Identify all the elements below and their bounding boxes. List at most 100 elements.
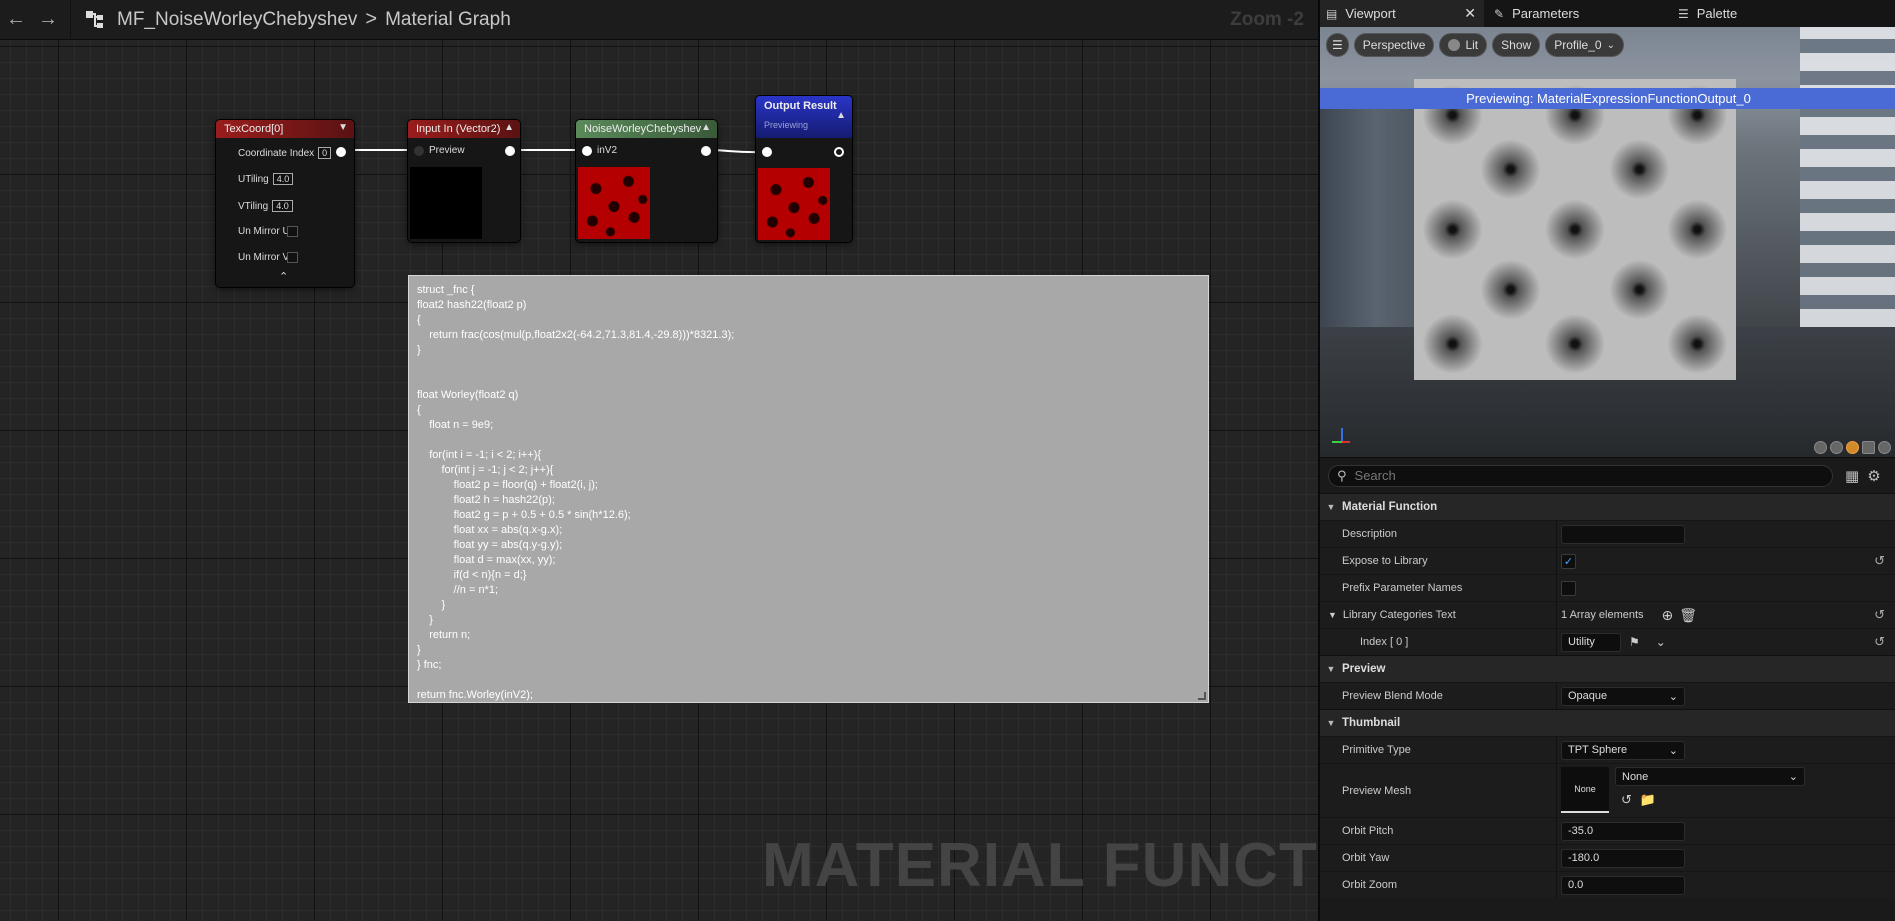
viewport-icon: ▤ <box>1326 6 1338 21</box>
description-input[interactable] <box>1561 524 1685 544</box>
utiling-label: UTiling <box>238 174 269 185</box>
viewport-toolbar: ☰ Perspective Lit Show Profile_0 ⌄ <box>1320 30 1895 60</box>
previewing-banner: Previewing: MaterialExpressionFunctionOu… <box>1320 88 1895 109</box>
preview-shape-buttons <box>1814 441 1891 454</box>
prop-orbit-pitch-value-cell: -35.0 <box>1556 818 1895 844</box>
prop-orbit-zoom-value-cell: 0.0 <box>1556 872 1895 898</box>
section-material-function[interactable]: ▼ Material Function <box>1320 493 1895 520</box>
primitive-type-selected: TPT Sphere <box>1568 744 1628 756</box>
section-thumbnail[interactable]: ▼ Thumbnail <box>1320 709 1895 736</box>
orbit-pitch-input[interactable]: -35.0 <box>1561 821 1685 841</box>
prop-primitive-type: Primitive Type TPT Sphere ⌄ <box>1320 736 1895 763</box>
noise-worley-node[interactable]: NoiseWorleyChebyshev ▲ inV2 <box>576 120 717 242</box>
details-search-input[interactable]: ⚲ Search <box>1328 464 1833 487</box>
chevron-up-icon[interactable]: ▲ <box>504 122 514 133</box>
teapot-shape-icon[interactable] <box>1878 441 1891 454</box>
cube-shape-icon[interactable] <box>1862 441 1875 454</box>
preview-blend-mode-dropdown[interactable]: Opaque ⌄ <box>1561 686 1685 706</box>
tab-viewport[interactable]: ▤ Viewport ✕ <box>1320 0 1484 27</box>
noise-node-title: NoiseWorleyChebyshev <box>584 123 702 135</box>
chevron-up-icon[interactable]: ▲ <box>836 110 846 121</box>
output-node-extra-pin[interactable] <box>834 147 844 157</box>
cylinder-shape-icon[interactable] <box>1814 441 1827 454</box>
input-node-output-pin[interactable] <box>505 146 515 156</box>
prop-index-0-label: Index [ 0 ] <box>1360 636 1409 648</box>
coordinate-index-label: Coordinate Index <box>238 148 315 159</box>
preview-mesh-thumbnail[interactable]: None <box>1561 767 1609 813</box>
reset-arrow-icon[interactable]: ↺ <box>1874 634 1885 650</box>
vtiling-field[interactable]: 4.0 <box>272 200 293 212</box>
input-node-preview-pin[interactable] <box>414 146 424 156</box>
add-element-icon[interactable]: ⊕ <box>1662 607 1674 624</box>
preview-mesh-controls: None ⌄ ↺ 📁 <box>1615 767 1805 808</box>
show-button[interactable]: Show <box>1492 33 1541 57</box>
expose-to-library-checkbox[interactable]: ✓ <box>1561 553 1576 569</box>
output-node-preview-thumbnail <box>758 168 830 240</box>
orbit-yaw-input[interactable]: -180.0 <box>1561 848 1685 868</box>
show-label: Show <box>1501 38 1532 52</box>
trash-icon[interactable]: 🗑 <box>1679 607 1697 624</box>
preview-mesh-dropdown[interactable]: None ⌄ <box>1615 767 1805 786</box>
noise-node-input-pin[interactable] <box>582 146 592 156</box>
chevron-down-icon[interactable]: ⌄ <box>1656 635 1666 649</box>
primitive-type-dropdown[interactable]: TPT Sphere ⌄ <box>1561 740 1685 760</box>
table-view-icon[interactable]: ▦ <box>1845 467 1859 485</box>
chevron-down-icon[interactable]: ▼ <box>338 122 348 133</box>
preview-pin-label: Preview <box>429 145 465 156</box>
resize-handle-icon[interactable] <box>1198 692 1206 700</box>
unmirror-u-checkbox[interactable] <box>287 226 298 237</box>
prop-description: Description <box>1320 520 1895 547</box>
viewport-menu-button[interactable]: ☰ <box>1326 33 1349 57</box>
preview-viewport[interactable]: ☰ Perspective Lit Show Profile_0 ⌄ Previ… <box>1320 27 1895 457</box>
tab-palette-label: Palette <box>1696 6 1738 21</box>
vtiling-row: VTiling 4.0 <box>238 200 293 212</box>
prop-blend-mode-value-cell: Opaque ⌄ <box>1556 683 1895 709</box>
prop-orbit-pitch-label: Orbit Pitch <box>1342 825 1394 837</box>
close-icon[interactable]: ✕ <box>1464 5 1476 22</box>
use-selected-icon[interactable]: ↺ <box>1621 792 1632 808</box>
coordinate-index-field[interactable]: 0 <box>318 147 332 159</box>
chevron-up-icon[interactable]: ▲ <box>701 122 711 133</box>
custom-code-textbox[interactable]: struct _fnc { float2 hash22(float2 p) { … <box>408 275 1209 703</box>
tab-parameters-label: Parameters <box>1512 6 1580 21</box>
material-editor: ← → MF_NoiseWorleyChebyshev > Material G… <box>0 0 1895 921</box>
flag-icon[interactable]: ⚑ <box>1629 635 1640 649</box>
tab-palette[interactable]: ☰ Palette <box>1644 0 1784 27</box>
output-node-input-pin[interactable] <box>762 147 772 157</box>
output-node-subtitle: Previewing <box>764 120 809 130</box>
collapse-chevron-icon[interactable]: ⌃ <box>279 270 288 283</box>
output-result-node[interactable]: Output Result Previewing ▲ <box>756 96 852 242</box>
prop-orbit-pitch: Orbit Pitch -35.0 <box>1320 817 1895 844</box>
profile-dropdown[interactable]: Profile_0 ⌄ <box>1545 33 1624 57</box>
prefix-parameter-names-checkbox[interactable] <box>1561 580 1576 596</box>
section-preview-title: Preview <box>1342 663 1386 675</box>
section-material-function-title: Material Function <box>1342 501 1438 513</box>
lit-button[interactable]: Lit <box>1439 33 1488 57</box>
utiling-field[interactable]: 4.0 <box>272 173 294 185</box>
orbit-zoom-input[interactable]: 0.0 <box>1561 875 1685 895</box>
unmirror-v-checkbox[interactable] <box>287 252 298 263</box>
collapse-arrow-icon: ▼ <box>1326 718 1336 728</box>
perspective-button[interactable]: Perspective <box>1353 33 1435 57</box>
sphere-shape-icon[interactable] <box>1830 441 1843 454</box>
gear-icon[interactable]: ⚙ <box>1867 467 1880 485</box>
custom-code-text[interactable]: struct _fnc { float2 hash22(float2 p) { … <box>417 283 1200 702</box>
input-node[interactable]: Input In (Vector2) ▲ Preview <box>408 120 520 242</box>
noise-node-output-pin[interactable] <box>701 146 711 156</box>
texcoord-output-pin[interactable] <box>336 147 346 157</box>
prop-orbit-yaw-label: Orbit Yaw <box>1342 852 1390 864</box>
material-graph-canvas[interactable]: ← → MF_NoiseWorleyChebyshev > Material G… <box>0 0 1318 921</box>
prop-orbit-zoom-label: Orbit Zoom <box>1342 879 1398 891</box>
tab-parameters[interactable]: ✎ Parameters <box>1484 0 1644 27</box>
index-0-input[interactable]: Utility <box>1561 632 1621 652</box>
plane-shape-icon[interactable] <box>1846 441 1859 454</box>
texcoord-node[interactable]: TexCoord[0] ▼ Coordinate Index 0 UTiling 4… <box>216 120 354 287</box>
reset-arrow-icon[interactable]: ↺ <box>1874 607 1885 623</box>
browse-folder-icon[interactable]: 📁 <box>1640 792 1656 808</box>
reset-arrow-icon[interactable]: ↺ <box>1874 553 1885 569</box>
panel-tabs: ▤ Viewport ✕ ✎ Parameters ☰ Palette <box>1320 0 1895 27</box>
prop-library-categories-label: ▼ Library Categories Text <box>1320 609 1556 621</box>
section-preview[interactable]: ▼ Preview <box>1320 655 1895 682</box>
expand-arrow-icon[interactable]: ▼ <box>1328 610 1337 620</box>
axis-gizmo-icon <box>1332 428 1350 443</box>
